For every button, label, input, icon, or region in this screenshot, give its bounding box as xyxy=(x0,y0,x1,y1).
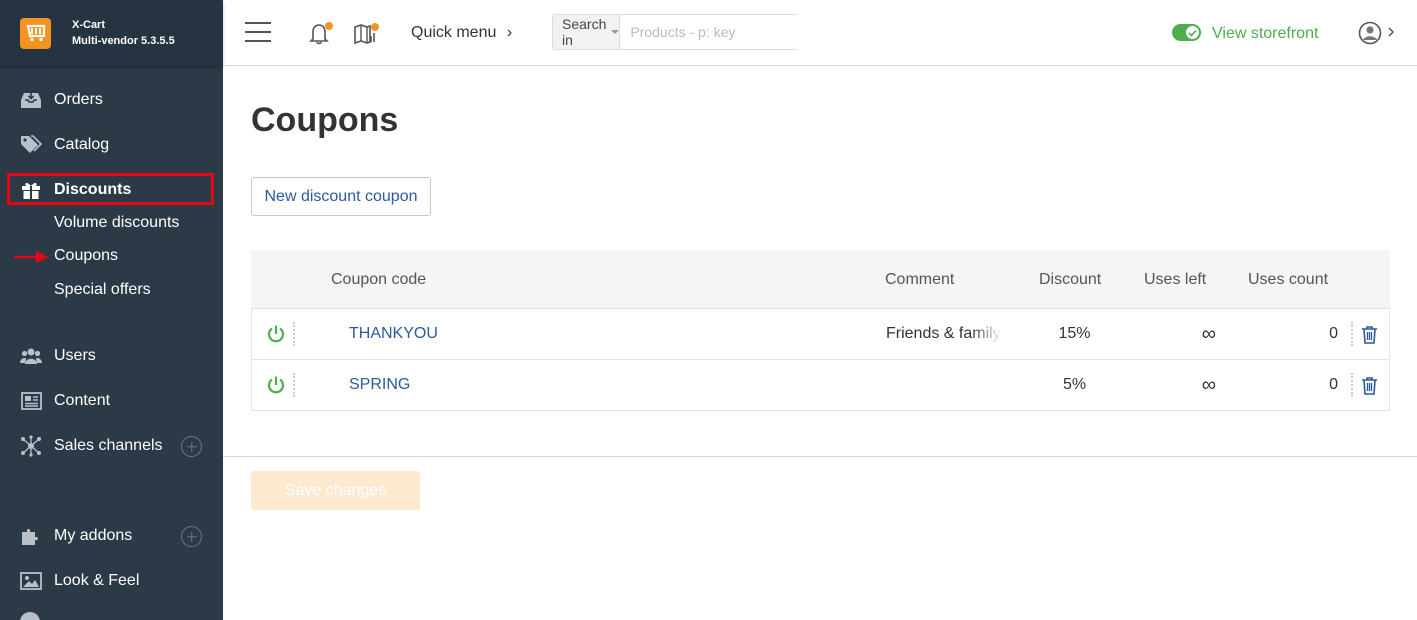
coupon-uses-left: ∞ xyxy=(1201,374,1216,396)
sidebar-item-sales-channels[interactable]: Sales channels xyxy=(0,431,223,461)
power-toggle-icon[interactable] xyxy=(266,324,286,344)
separator xyxy=(1351,322,1353,346)
table-header: Coupon code Comment Discount Uses left U… xyxy=(251,250,1390,309)
storefront-toggle[interactable] xyxy=(1172,24,1201,41)
coupon-discount: 15% xyxy=(1058,325,1091,342)
drag-handle[interactable] xyxy=(293,322,295,346)
separator xyxy=(1351,373,1353,397)
sidebar-item-label: Discounts xyxy=(54,181,132,198)
sidebar-item-users[interactable]: Users xyxy=(0,341,223,371)
search-box: Search in xyxy=(552,14,812,50)
trash-icon[interactable] xyxy=(1361,376,1378,395)
sidebar-subitem-special-offers[interactable]: Special offers xyxy=(54,278,151,302)
coupon-uses-count: 0 xyxy=(1329,376,1338,393)
menu-icon[interactable] xyxy=(245,22,271,42)
view-storefront-link[interactable]: View storefront xyxy=(1212,22,1318,46)
quick-menu[interactable]: Quick menu › xyxy=(411,21,512,45)
search-input[interactable] xyxy=(620,15,812,49)
sidebar-item-my-addons[interactable]: My addons xyxy=(0,521,223,551)
drag-handle[interactable] xyxy=(293,373,295,397)
coupon-code-link[interactable]: SPRING xyxy=(349,360,410,410)
sidebar-item-label: My addons xyxy=(54,527,133,544)
brand[interactable]: X-Cart Multi-vendor 5.3.5.5 xyxy=(0,0,223,66)
sidebar-item-label: Sales channels xyxy=(54,437,163,454)
brand-name: X-Cart xyxy=(72,19,106,31)
red-arrow-icon xyxy=(14,251,49,263)
bell-icon[interactable] xyxy=(307,20,333,46)
save-changes-button[interactable]: Save changes xyxy=(251,471,420,510)
xcart-logo-icon xyxy=(20,17,51,49)
sidebar-item-look-feel[interactable]: Look & Feel xyxy=(0,566,223,596)
tags-icon xyxy=(20,134,42,156)
brand-text: X-Cart Multi-vendor 5.3.5.5 xyxy=(72,17,175,49)
sidebar-subitem-coupons[interactable]: Coupons xyxy=(54,244,118,268)
chevron-right-icon[interactable] xyxy=(1386,25,1396,39)
check-icon xyxy=(1186,26,1199,39)
sidebar: X-Cart Multi-vendor 5.3.5.5 Orders Catal… xyxy=(0,0,223,620)
trash-icon[interactable] xyxy=(1361,325,1378,344)
coupons-table: Coupon code Comment Discount Uses left U… xyxy=(251,250,1390,411)
column-header-uses-left[interactable]: Uses left xyxy=(1144,250,1206,309)
coupon-discount: 5% xyxy=(1062,376,1087,393)
sidebar-item-catalog[interactable]: Catalog xyxy=(0,130,223,160)
brand-version: Multi-vendor 5.3.5.5 xyxy=(72,35,175,47)
coupon-code-link[interactable]: THANKYOU xyxy=(349,309,438,359)
store-map-icon[interactable] xyxy=(353,20,379,46)
sidebar-item-label: Content xyxy=(54,392,111,409)
new-discount-coupon-button[interactable]: New discount coupon xyxy=(251,177,431,216)
newspaper-icon xyxy=(20,390,42,412)
column-header-comment[interactable]: Comment xyxy=(885,250,954,309)
footer-divider xyxy=(223,456,1417,457)
sidebar-item-discounts[interactable]: Discounts xyxy=(0,175,223,205)
coupon-uses-left: ∞ xyxy=(1201,323,1216,345)
sidebar-item-label: Catalog xyxy=(54,136,110,153)
column-header-uses-count[interactable]: Uses count xyxy=(1248,250,1328,309)
sidebar-item-label: Look & Feel xyxy=(54,572,140,589)
page-title: Coupons xyxy=(251,101,399,139)
coupon-uses-count: 0 xyxy=(1329,325,1338,342)
user-avatar-icon[interactable] xyxy=(1358,21,1382,45)
expand-plus-icon[interactable] xyxy=(181,436,202,457)
sidebar-item-label: Users xyxy=(54,347,96,364)
expand-plus-icon[interactable] xyxy=(181,526,202,547)
search-in-label: Search in xyxy=(562,16,607,48)
inbox-icon xyxy=(20,89,42,111)
caret-down-icon xyxy=(611,30,620,34)
table-row: THANKYOU Friends & family 15% ∞ 0 xyxy=(251,309,1390,360)
sidebar-item-content[interactable]: Content xyxy=(0,386,223,416)
search-in-dropdown[interactable]: Search in xyxy=(553,15,621,49)
chevron-right-icon: › xyxy=(506,24,513,41)
coupon-comment xyxy=(886,360,1002,410)
puzzle-icon xyxy=(20,525,42,547)
power-toggle-icon[interactable] xyxy=(266,375,286,395)
table-row: SPRING 5% ∞ 0 xyxy=(251,360,1390,411)
column-header-coupon-code[interactable]: Coupon code xyxy=(331,250,426,309)
sidebar-item-orders[interactable]: Orders xyxy=(0,85,223,115)
comment-fade xyxy=(972,309,1002,359)
gift-icon xyxy=(20,179,42,201)
top-header: Quick menu › Search in View storefront xyxy=(223,0,1417,66)
users-icon xyxy=(20,345,42,367)
network-icon xyxy=(20,435,42,457)
column-header-discount[interactable]: Discount xyxy=(1039,250,1101,309)
help-icon[interactable] xyxy=(20,612,40,620)
sidebar-item-label: Orders xyxy=(54,91,103,108)
sidebar-subitem-volume-discounts[interactable]: Volume discounts xyxy=(54,211,179,235)
image-icon xyxy=(20,570,42,592)
quick-menu-label: Quick menu xyxy=(411,24,497,41)
